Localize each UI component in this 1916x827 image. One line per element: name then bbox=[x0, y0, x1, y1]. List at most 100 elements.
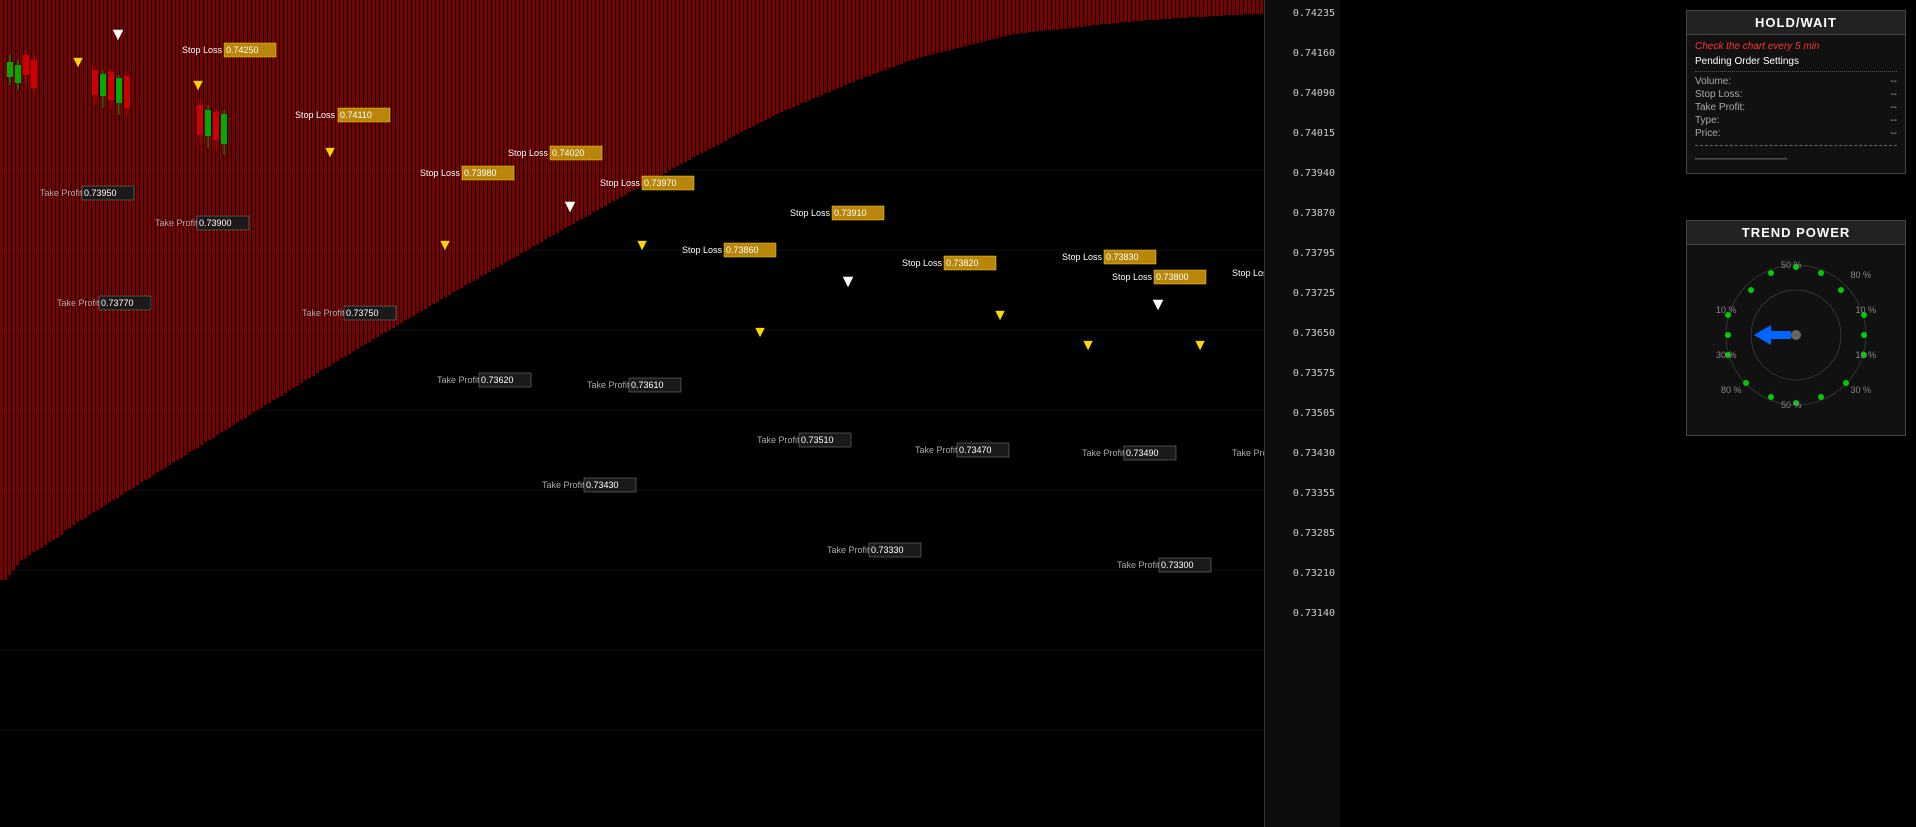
svg-text:Take Profit: Take Profit bbox=[587, 380, 630, 390]
svg-text:Stop Loss: Stop Loss bbox=[182, 45, 223, 55]
gauge-label-left-top: 10 % bbox=[1716, 305, 1737, 315]
pending-order-title: Pending Order Settings bbox=[1695, 56, 1897, 67]
gauge-label-botleft: 80 % bbox=[1721, 385, 1742, 395]
svg-text:Stop Loss: Stop Loss bbox=[508, 148, 549, 158]
svg-text:▼: ▼ bbox=[561, 196, 579, 216]
svg-text:0.73970: 0.73970 bbox=[644, 178, 677, 188]
svg-text:Stop Loss: Stop Loss bbox=[295, 110, 336, 120]
hold-wait-title: HOLD/WAIT bbox=[1687, 11, 1905, 35]
price-value: -- bbox=[1890, 128, 1897, 139]
svg-text:0.74020: 0.74020 bbox=[552, 148, 585, 158]
svg-text:0.73510: 0.73510 bbox=[801, 435, 834, 445]
separator-1 bbox=[1695, 71, 1897, 72]
svg-text:▼: ▼ bbox=[634, 237, 650, 254]
take-profit-value: -- bbox=[1890, 102, 1897, 113]
svg-text:Take Profit: Take Profit bbox=[155, 218, 198, 228]
svg-text:▼: ▼ bbox=[190, 77, 206, 94]
svg-text:▼: ▼ bbox=[752, 324, 768, 341]
svg-text:Stop Loss: Stop Loss bbox=[420, 168, 461, 178]
svg-text:Take Profit: Take Profit bbox=[1117, 560, 1160, 570]
svg-text:0.73860: 0.73860 bbox=[726, 245, 759, 255]
price-73575: 0.73575 bbox=[1293, 368, 1335, 379]
svg-text:▼: ▼ bbox=[109, 24, 127, 44]
svg-text:▼: ▼ bbox=[839, 271, 857, 291]
gauge-container: 50 % 80 % 10 % 10 % 30 % 50 % 80 % 30 % … bbox=[1716, 255, 1876, 415]
svg-text:Take Profit: Take Profit bbox=[437, 375, 480, 385]
svg-text:Stop Loss: Stop Loss bbox=[600, 178, 641, 188]
trend-power-panel: TREND POWER bbox=[1686, 220, 1906, 436]
svg-text:0.73610: 0.73610 bbox=[631, 380, 664, 390]
svg-text:0.73950: 0.73950 bbox=[84, 188, 117, 198]
svg-text:0.73620: 0.73620 bbox=[481, 375, 514, 385]
svg-text:▼: ▼ bbox=[1192, 337, 1208, 354]
svg-text:Stop Loss: Stop Loss bbox=[902, 258, 943, 268]
gauge-label-botright: 30 % bbox=[1850, 385, 1871, 395]
stop-loss-label: Stop Loss: bbox=[1695, 89, 1742, 100]
price-73795: 0.73795 bbox=[1293, 248, 1335, 259]
svg-text:Take Profit: Take Profit bbox=[57, 298, 100, 308]
svg-text:Stop Loss: Stop Loss bbox=[790, 208, 831, 218]
svg-text:Take Profit: Take Profit bbox=[542, 480, 585, 490]
svg-text:0.73430: 0.73430 bbox=[586, 480, 619, 490]
type-value: -- bbox=[1890, 115, 1897, 126]
svg-text:Take Profit: Take Profit bbox=[915, 445, 958, 455]
svg-text:▼: ▼ bbox=[992, 307, 1008, 324]
price-74090: 0.74090 bbox=[1293, 88, 1335, 99]
gauge-label-left-bot: 30 % bbox=[1716, 350, 1737, 360]
take-profit-label: Take Profit: bbox=[1695, 102, 1745, 113]
price-74235: 0.74235 bbox=[1293, 8, 1335, 19]
price-73355: 0.73355 bbox=[1293, 488, 1335, 499]
main-chart-svg: ▼ ▼ ▼ ▼ ▼ ▼ ▼ ▼ ▼ ▼ ▼ ▼ ▼ ▼ ▼ ▼ ▼ ▼ ▼ ▼ … bbox=[0, 0, 1340, 827]
svg-text:Take Profit: Take Profit bbox=[1082, 448, 1125, 458]
price-73285: 0.73285 bbox=[1293, 528, 1335, 539]
price-73210: 0.73210 bbox=[1293, 568, 1335, 579]
gauge-label-right-top: 10 % bbox=[1855, 305, 1876, 315]
svg-text:0.73330: 0.73330 bbox=[871, 545, 904, 555]
svg-text:Take Profit: Take Profit bbox=[827, 545, 870, 555]
price-73505: 0.73505 bbox=[1293, 408, 1335, 419]
svg-text:0.73820: 0.73820 bbox=[946, 258, 979, 268]
svg-text:0.74110: 0.74110 bbox=[340, 110, 372, 120]
svg-text:0.73300: 0.73300 bbox=[1161, 560, 1194, 570]
volume-value: -- bbox=[1890, 76, 1897, 87]
svg-text:0.74250: 0.74250 bbox=[226, 45, 259, 55]
svg-text:0.73800: 0.73800 bbox=[1156, 272, 1189, 282]
stop-loss-row: Stop Loss: -- bbox=[1695, 89, 1897, 100]
svg-text:0.73490: 0.73490 bbox=[1126, 448, 1159, 458]
price-74160: 0.74160 bbox=[1293, 48, 1335, 59]
price-74015: 0.74015 bbox=[1293, 128, 1335, 139]
trend-power-title: TREND POWER bbox=[1687, 221, 1905, 245]
price-73725: 0.73725 bbox=[1293, 288, 1335, 299]
svg-text:Stop Loss: Stop Loss bbox=[1062, 252, 1103, 262]
svg-text:Take Profit: Take Profit bbox=[40, 188, 83, 198]
price-73940: 0.73940 bbox=[1293, 168, 1335, 179]
gauge-label-right-bot: 10 % bbox=[1855, 350, 1876, 360]
take-profit-row: Take Profit: -- bbox=[1695, 102, 1897, 113]
volume-row: Volume: -- bbox=[1695, 76, 1897, 87]
svg-text:Take Profit: Take Profit bbox=[302, 308, 345, 318]
volume-label: Volume: bbox=[1695, 76, 1731, 87]
price-label: Price: bbox=[1695, 128, 1721, 139]
svg-text:▼: ▼ bbox=[322, 144, 338, 161]
stop-loss-value: -- bbox=[1890, 89, 1897, 100]
right-panel: HOLD/WAIT Check the chart every 5 min Pe… bbox=[1340, 0, 1916, 827]
svg-text:0.73470: 0.73470 bbox=[959, 445, 992, 455]
svg-text:▼: ▼ bbox=[437, 237, 453, 254]
price-73140: 0.73140 bbox=[1293, 608, 1335, 619]
svg-text:0.73750: 0.73750 bbox=[346, 308, 379, 318]
svg-text:▼: ▼ bbox=[70, 54, 86, 71]
svg-text:Stop Loss: Stop Loss bbox=[1112, 272, 1153, 282]
price-73650: 0.73650 bbox=[1293, 328, 1335, 339]
svg-text:Take Profit: Take Profit bbox=[757, 435, 800, 445]
type-row: Type: -- bbox=[1695, 115, 1897, 126]
chart-area: AUDUSD,M5 0.73056 0.72996 0.73007 © W W … bbox=[0, 0, 1340, 827]
svg-text:0.73910: 0.73910 bbox=[834, 208, 867, 218]
svg-text:0.73900: 0.73900 bbox=[199, 218, 232, 228]
svg-text:▼: ▼ bbox=[1149, 294, 1167, 314]
price-row: Price: -- bbox=[1695, 128, 1897, 139]
gauge-label-bot: 50 % bbox=[1781, 400, 1802, 410]
trend-power-content: 50 % 80 % 10 % 10 % 30 % 50 % 80 % 30 % … bbox=[1687, 245, 1905, 425]
svg-text:0.73980: 0.73980 bbox=[464, 168, 497, 178]
svg-text:0.73770: 0.73770 bbox=[101, 298, 134, 308]
svg-text:0.73830: 0.73830 bbox=[1106, 252, 1139, 262]
